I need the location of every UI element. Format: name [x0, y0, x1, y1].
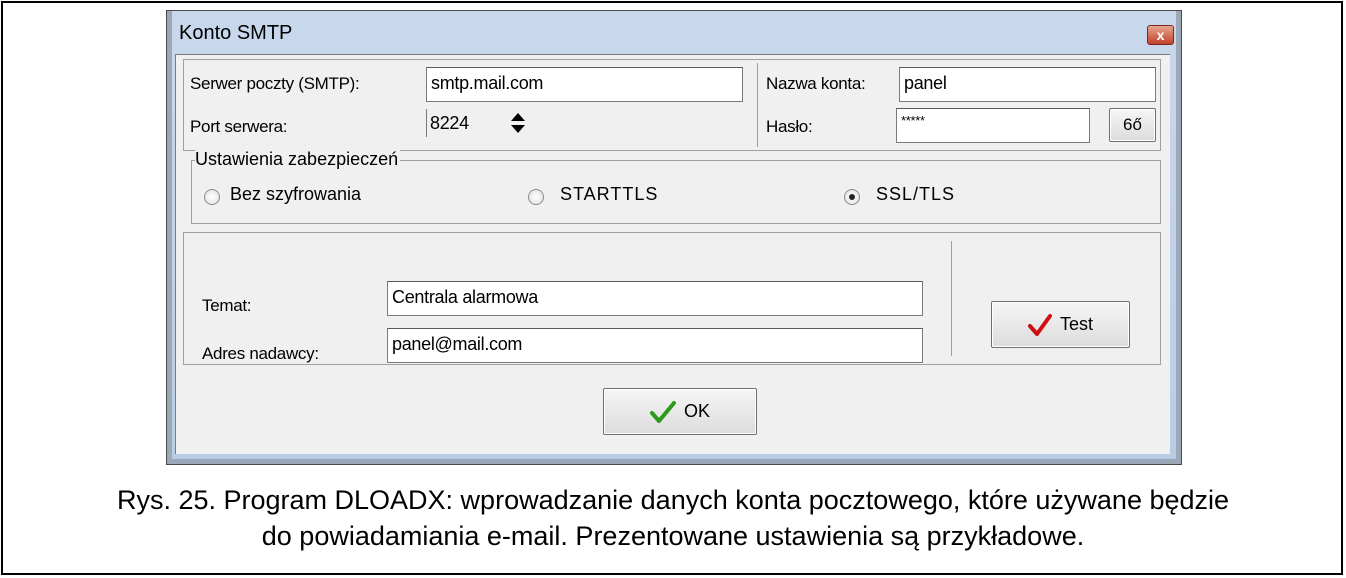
- password-input[interactable]: *****: [896, 108, 1090, 143]
- password-label: Hasło:: [766, 117, 813, 136]
- caption-line-2: do powiadamiania e-mail. Prezentowane us…: [261, 521, 1085, 551]
- panel-divider: [757, 63, 758, 147]
- account-input[interactable]: panel: [899, 67, 1156, 102]
- ok-button[interactable]: OK: [603, 388, 757, 435]
- server-label: Serwer poczty (SMTP):: [190, 74, 360, 93]
- spin-up-icon[interactable]: [511, 113, 525, 121]
- window-title: Konto SMTP: [179, 22, 293, 44]
- subject-input[interactable]: Centrala alarmowa: [387, 281, 923, 316]
- show-password-button[interactable]: 6ő: [1109, 108, 1156, 142]
- server-input[interactable]: smtp.mail.com: [426, 67, 743, 102]
- radio-starttls-label[interactable]: STARTTLS: [560, 184, 658, 205]
- check-icon: [1027, 314, 1052, 337]
- window-chrome: Konto SMTP x Serwer poczty (SMTP): smtp.…: [172, 11, 1176, 459]
- test-button-label: Test: [1059, 314, 1093, 334]
- dialog-client-area: Serwer poczty (SMTP): smtp.mail.com Port…: [175, 54, 1170, 454]
- sender-input[interactable]: panel@mail.com: [387, 328, 923, 363]
- radio-starttls[interactable]: [528, 189, 544, 205]
- spin-down-icon[interactable]: [511, 125, 525, 133]
- port-input-border: [426, 109, 427, 137]
- figure-caption: Rys. 25. Program DLOADX: wprowadzanie da…: [0, 482, 1346, 554]
- smtp-account-dialog: Konto SMTP x Serwer poczty (SMTP): smtp.…: [166, 10, 1182, 465]
- test-button[interactable]: Test: [991, 301, 1130, 348]
- glasses-icon: 6ő: [1123, 115, 1142, 134]
- radio-ssl-tls-label[interactable]: SSL/TLS: [876, 184, 955, 205]
- check-icon: [649, 401, 676, 424]
- subject-label-visible: Temat:: [202, 296, 252, 315]
- close-icon: x: [1156, 27, 1165, 43]
- message-divider: [951, 241, 952, 356]
- security-group-label: Ustawienia zabezpieczeń: [195, 149, 401, 170]
- ok-button-label: OK: [683, 401, 710, 421]
- caption-line-1: Rys. 25. Program DLOADX: wprowadzanie da…: [116, 485, 1230, 515]
- radio-no-encryption-label[interactable]: Bez szyfrowania: [230, 184, 361, 205]
- sender-label: Adres nadawcy:: [202, 344, 319, 363]
- radio-ssl-tls[interactable]: [844, 189, 860, 205]
- close-button[interactable]: x: [1147, 25, 1174, 45]
- radio-no-encryption[interactable]: [204, 189, 220, 205]
- titlebar: Konto SMTP x: [172, 11, 1176, 53]
- port-stepper[interactable]: [506, 108, 530, 138]
- account-label: Nazwa konta:: [766, 74, 866, 93]
- port-label: Port serwera:: [190, 117, 288, 136]
